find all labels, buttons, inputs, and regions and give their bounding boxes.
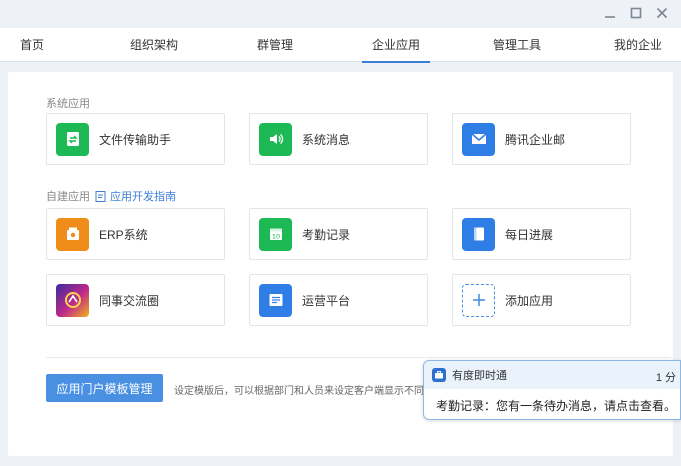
system-apps-heading: 系统应用 [46,98,90,110]
main-tabs: 首页 组织架构 群管理 企业应用 管理工具 我的企业 [0,28,681,63]
tab-home[interactable]: 首页 [20,28,44,62]
app-card-label: 运营平台 [302,293,351,308]
window-controls [603,6,669,20]
app-card-tencent-mail[interactable]: 腾讯企业邮 [452,113,631,165]
app-card-label: 同事交流圈 [99,293,160,308]
section-divider [46,357,671,358]
colleague-circle-icon [56,283,89,317]
app-card-colleague-circle[interactable]: 同事交流圈 [46,274,225,326]
document-icon [95,190,106,202]
custom-apps-heading: 自建应用 [46,191,90,203]
app-card-label: ERP系统 [99,227,148,242]
minimize-icon[interactable] [603,6,617,20]
dev-guide-link[interactable]: 应用开发指南 [95,188,176,204]
tab-org-structure[interactable]: 组织架构 [130,28,178,62]
operations-icon [259,283,292,317]
speaker-icon [259,122,292,156]
maximize-icon[interactable] [629,6,643,20]
plus-icon [462,283,495,317]
app-card-label: 考勤记录 [302,227,351,242]
file-transfer-icon [56,122,89,156]
app-card-label: 系统消息 [302,132,351,147]
dev-guide-label: 应用开发指南 [110,191,176,203]
app-card-label: 腾讯企业邮 [505,132,566,147]
calendar-icon: 10 [259,217,292,251]
app-card-system-messages[interactable]: 系统消息 [249,113,428,165]
app-card-attendance[interactable]: 10 考勤记录 [249,208,428,260]
app-window: 首页 组织架构 群管理 企业应用 管理工具 我的企业 系统应用 文件传输助手 系… [0,0,681,466]
notification-time: 1 分 [655,372,676,384]
app-card-daily-progress[interactable]: 每日进展 [452,208,631,260]
app-card-add-app[interactable]: 添加应用 [452,274,631,326]
tab-enterprise-apps[interactable]: 企业应用 [361,28,431,63]
erp-icon [56,217,89,251]
close-icon[interactable] [655,6,669,20]
notification-app-name: 有度即时通 [452,370,507,382]
notebook-icon [462,217,495,251]
svg-text:10: 10 [271,232,279,240]
app-card-label: 文件传输助手 [99,132,172,147]
app-card-file-transfer[interactable]: 文件传输助手 [46,113,225,165]
tab-management-tools[interactable]: 管理工具 [493,28,541,62]
notification-message: 考勤记录：您有一条待办消息，请点击查看。 [436,399,677,413]
app-card-operations[interactable]: 运营平台 [249,274,428,326]
tab-my-enterprise[interactable]: 我的企业 [614,28,662,62]
notification-header: 有度即时通 1 分 [424,361,680,389]
app-card-erp[interactable]: ERP系统 [46,208,225,260]
briefcase-icon [432,368,446,382]
notification-toast[interactable]: 有度即时通 1 分 考勤记录：您有一条待办消息，请点击查看。 [423,360,681,420]
app-card-label: 添加应用 [505,293,554,308]
tab-group-management[interactable]: 群管理 [257,28,293,62]
app-card-label: 每日进展 [505,227,554,242]
portal-description: 设定模版后，可以根据部门和人员来设定客户端显示不同的 [174,386,434,397]
mail-icon [462,122,495,156]
portal-template-button[interactable]: 应用门户模板管理 [46,374,163,402]
